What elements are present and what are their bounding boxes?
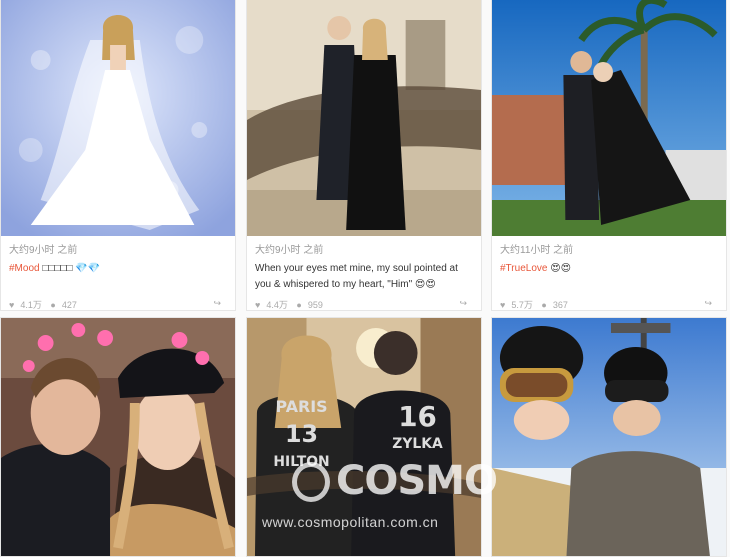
watermark-url: www.cosmopolitan.com.cn	[262, 514, 439, 530]
heart-icon[interactable]: ♥	[255, 300, 260, 310]
share-icon[interactable]: ↪	[459, 298, 467, 309]
hashtag-link[interactable]: #Mood	[9, 263, 40, 274]
jersey-surname-right: ZYLKA	[392, 436, 443, 452]
like-count: 4.4万	[266, 300, 288, 310]
jersey-number-right: 16	[398, 400, 437, 433]
caption-text: 😍😍	[547, 263, 572, 274]
post-card-6[interactable]	[491, 317, 727, 557]
like-count: 5.7万	[511, 300, 533, 310]
caption-text: □□□□□ 💎💎	[39, 263, 101, 274]
post-caption: When your eyes met mine, my soul pointed…	[255, 263, 458, 290]
post-time: 大约11小时 之前	[500, 245, 574, 256]
post-card-1[interactable]: 大约9小时 之前 #Mood □□□□□ 💎💎 ♥ 4.1万 ● 427 ↪	[0, 0, 236, 311]
post-photo-selfie-hearts[interactable]	[1, 318, 235, 556]
cosmo-logo-mark	[292, 462, 330, 502]
post-card-2[interactable]: 大约9小时 之前 When your eyes met mine, my sou…	[246, 0, 482, 311]
share-icon[interactable]: ↪	[213, 298, 221, 309]
post-card-3[interactable]: 大约11小时 之前 #TrueLove 😍😍 ♥ 5.7万 ● 367 ↪	[491, 0, 727, 311]
post-time: 大约9小时 之前	[9, 245, 78, 256]
post-stats: ♥ 4.4万 ● 959 ↪	[255, 298, 473, 310]
comment-count: 427	[61, 300, 77, 310]
like-count: 4.1万	[20, 300, 42, 310]
post-stats: ♥ 5.7万 ● 367 ↪	[500, 298, 718, 310]
post-photo-bride[interactable]	[1, 0, 235, 236]
post-caption: #TrueLove 😍😍	[500, 261, 720, 277]
cosmo-logo: COSMO	[336, 458, 498, 504]
heart-icon[interactable]: ♥	[500, 300, 505, 310]
comment-icon[interactable]: ●	[541, 300, 546, 310]
post-photo-skiing[interactable]	[492, 318, 726, 556]
comment-count: 959	[307, 300, 323, 310]
heart-icon[interactable]: ♥	[9, 300, 14, 310]
post-photo-palm-trees[interactable]	[492, 0, 726, 236]
post-card-4[interactable]	[0, 317, 236, 557]
jersey-number-left: 13	[285, 420, 318, 448]
comment-icon[interactable]: ●	[50, 300, 55, 310]
hashtag-link[interactable]: #TrueLove	[500, 263, 547, 274]
share-icon[interactable]: ↪	[704, 298, 712, 309]
post-stats: ♥ 4.1万 ● 427 ↪	[9, 298, 227, 310]
comment-count: 367	[552, 300, 568, 310]
post-caption: #Mood □□□□□ 💎💎	[9, 261, 229, 277]
post-photo-staircase[interactable]	[247, 0, 481, 236]
post-time: 大约9小时 之前	[255, 245, 324, 256]
comment-icon[interactable]: ●	[296, 300, 301, 310]
jersey-name-left: PARIS	[276, 397, 328, 416]
